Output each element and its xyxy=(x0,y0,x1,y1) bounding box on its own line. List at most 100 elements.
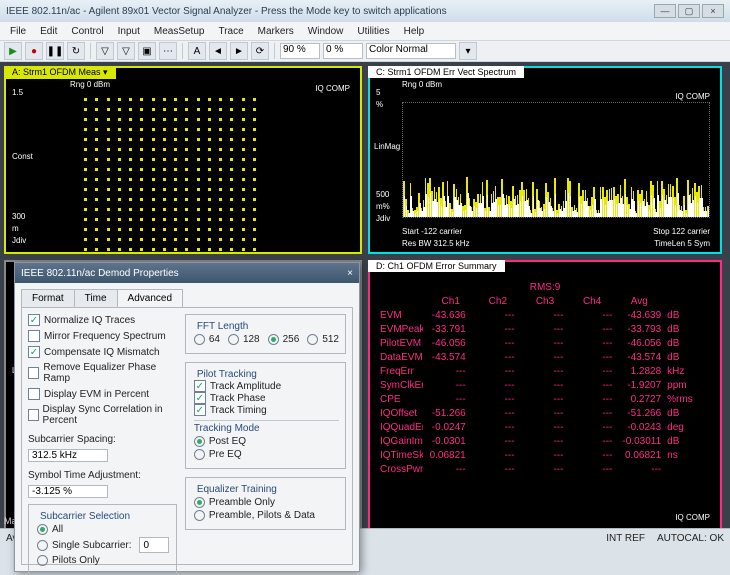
toolbar-colormode[interactable]: Color Normal xyxy=(366,43,456,59)
chk-evmpct-label: Display EVM in Percent xyxy=(44,389,149,400)
title-bar: IEEE 802.11n/ac - Agilent 89x01 Vector S… xyxy=(0,0,730,22)
toolbar-pct2[interactable]: 0 % xyxy=(323,43,363,59)
panel-a-tab[interactable]: A: Strm1 OFDM Meas ▾ xyxy=(4,66,116,79)
tool-record-icon[interactable]: ● xyxy=(25,42,43,60)
tool-marker2-icon[interactable]: ▽ xyxy=(117,42,135,60)
tool-pause-icon[interactable]: ❚❚ xyxy=(46,42,64,60)
spectrum-plot xyxy=(402,102,710,218)
axis-label: m% xyxy=(376,202,390,211)
dialog-titlebar: IEEE 802.11n/ac Demod Properties × xyxy=(15,263,359,283)
chk-evmpct[interactable] xyxy=(28,388,40,400)
radio-preeq[interactable] xyxy=(194,449,205,460)
chk-normalize-label: Normalize IQ Traces xyxy=(44,315,135,326)
tool-option-icon[interactable]: ⋯ xyxy=(159,42,177,60)
panel-c-tab[interactable]: C: Strm1 OFDM Err Vect Spectrum xyxy=(368,66,524,78)
menu-bar: File Edit Control Input MeasSetup Trace … xyxy=(0,22,730,40)
tab-time[interactable]: Time xyxy=(74,289,118,308)
tool-square-icon[interactable]: ▣ xyxy=(138,42,156,60)
constellation-grid xyxy=(80,94,260,254)
axis-label: 1.5 xyxy=(12,88,23,97)
menu-markers[interactable]: Markers xyxy=(252,24,300,39)
symtime-input[interactable] xyxy=(28,485,108,498)
menu-input[interactable]: Input xyxy=(112,24,146,39)
tool-back-icon[interactable]: ◄ xyxy=(209,42,227,60)
eqtrain-legend: Equalizer Training xyxy=(194,484,280,495)
tab-advanced[interactable]: Advanced xyxy=(117,289,183,308)
radio-fft64[interactable] xyxy=(194,334,205,345)
subspacing-label: Subcarrier Spacing: xyxy=(28,434,177,445)
panel-c-stop: Stop 122 carrier xyxy=(653,227,710,236)
status-intref: INT REF xyxy=(606,533,645,544)
panel-d-error-summary: D: Ch1 OFDM Error Summary RMS:9 Ch1Ch2Ch… xyxy=(368,260,722,545)
menu-control[interactable]: Control xyxy=(65,24,109,39)
radio-all[interactable] xyxy=(37,524,48,535)
radio-fft256[interactable] xyxy=(268,334,279,345)
chk-removeeq[interactable] xyxy=(28,367,39,379)
menu-edit[interactable]: Edit xyxy=(34,24,63,39)
radio-preamble[interactable] xyxy=(194,497,205,508)
tool-dropdown-icon[interactable]: ▾ xyxy=(459,42,477,60)
radio-posteq[interactable] xyxy=(194,436,205,447)
menu-meassetup[interactable]: MeasSetup xyxy=(148,24,211,39)
panel-c-range: Rng 0 dBm xyxy=(402,80,442,89)
app-title: IEEE 802.11n/ac - Agilent 89x01 Vector S… xyxy=(6,6,447,17)
axis-label: % xyxy=(376,100,383,109)
axis-label: 300 xyxy=(12,212,25,221)
subspacing-input[interactable] xyxy=(28,449,108,462)
radio-all-label: All xyxy=(52,524,63,535)
tool-auto-icon[interactable]: A xyxy=(188,42,206,60)
radio-fft128[interactable] xyxy=(228,334,239,345)
chk-compensate[interactable]: ✓ xyxy=(28,346,40,358)
dialog-close-icon[interactable]: × xyxy=(347,268,353,279)
panel-a-range: Rng 0 dBm xyxy=(70,80,110,89)
err-row: CrossPwr--------------- xyxy=(380,462,710,478)
chk-trackphase[interactable]: ✓ xyxy=(194,392,206,404)
tool-marker-icon[interactable]: ▽ xyxy=(96,42,114,60)
axis-label: m xyxy=(12,224,19,233)
chk-normalize[interactable]: ✓ xyxy=(28,314,40,326)
panel-c-start: Start -122 carrier xyxy=(402,227,462,236)
panel-a-constellation: A: Strm1 OFDM Meas ▾ Rng 0 dBm IQ COMP 1… xyxy=(4,66,362,254)
status-autocal: AUTOCAL: OK xyxy=(657,533,724,544)
radio-single-label: Single Subcarrier: xyxy=(52,540,131,551)
toolbar: ▶ ● ❚❚ ↻ ▽ ▽ ▣ ⋯ A ◄ ► ⟳ 90 % 0 % Color … xyxy=(0,40,730,62)
menu-trace[interactable]: Trace xyxy=(212,24,249,39)
axis-label: Jdiv xyxy=(12,236,26,245)
tmode-legend: Tracking Mode xyxy=(194,423,339,434)
menu-help[interactable]: Help xyxy=(398,24,431,39)
chk-compensate-label: Compensate IQ Mismatch xyxy=(44,347,160,358)
tab-format[interactable]: Format xyxy=(21,289,75,308)
menu-window[interactable]: Window xyxy=(302,24,350,39)
maximize-button[interactable]: ▢ xyxy=(678,4,700,18)
axis-label: Jdiv xyxy=(376,214,390,223)
single-subcarrier-input[interactable] xyxy=(139,537,169,553)
panel-a-iqcomp: IQ COMP xyxy=(315,84,350,93)
tool-fwd-icon[interactable]: ► xyxy=(230,42,248,60)
chk-removeeq-label: Remove Equalizer Phase Ramp xyxy=(43,362,176,384)
menu-utilities[interactable]: Utilities xyxy=(351,24,395,39)
radio-fft512[interactable] xyxy=(307,334,318,345)
radio-single[interactable] xyxy=(37,540,48,551)
chk-tracktime[interactable]: ✓ xyxy=(194,404,206,416)
radio-pilots[interactable] xyxy=(37,555,48,566)
tool-refresh-icon[interactable]: ⟳ xyxy=(251,42,269,60)
radio-ppd[interactable] xyxy=(194,510,205,521)
tool-repeat-icon[interactable]: ↻ xyxy=(67,42,85,60)
panel-d-tab[interactable]: D: Ch1 OFDM Error Summary xyxy=(368,260,505,272)
chk-syncpct[interactable] xyxy=(28,409,39,421)
chk-mirror[interactable] xyxy=(28,330,40,342)
panel-d-iqcomp: IQ COMP xyxy=(675,512,710,525)
tool-play-icon[interactable]: ▶ xyxy=(4,42,22,60)
axis-label: 500 xyxy=(376,190,389,199)
workspace: A: Strm1 OFDM Meas ▾ Rng 0 dBm IQ COMP 1… xyxy=(0,62,730,528)
chk-trackamp[interactable]: ✓ xyxy=(194,380,206,392)
panel-c-timelen: TimeLen 5 Sym xyxy=(654,239,710,248)
minimize-button[interactable]: — xyxy=(654,4,676,18)
menu-file[interactable]: File xyxy=(4,24,32,39)
panel-c-rbw: Res BW 312.5 kHz xyxy=(402,239,470,248)
close-button[interactable]: × xyxy=(702,4,724,18)
axis-label: LinMag xyxy=(374,142,400,151)
radio-pilots-label: Pilots Only xyxy=(52,555,100,566)
panel-c-spectrum: C: Strm1 OFDM Err Vect Spectrum Rng 0 dB… xyxy=(368,66,722,254)
toolbar-pct1[interactable]: 90 % xyxy=(280,43,320,59)
